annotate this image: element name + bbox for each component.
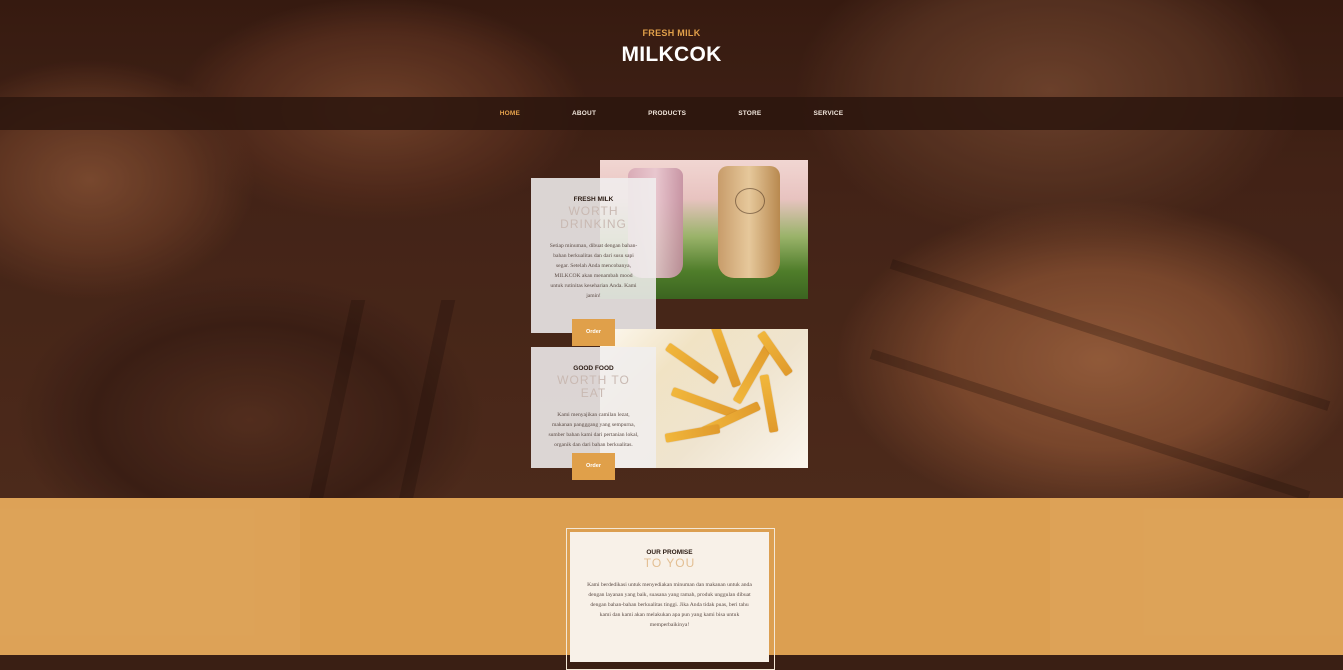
fry bbox=[664, 424, 721, 443]
milk-tea-cup bbox=[718, 166, 780, 278]
background-pattern bbox=[0, 498, 300, 655]
nav-products[interactable]: PRODUCTS bbox=[648, 110, 686, 117]
nav-service[interactable]: SERVICE bbox=[813, 110, 843, 117]
feature-headline: WORTH DRINKING bbox=[560, 204, 627, 231]
fry bbox=[664, 342, 720, 385]
promise-card: OUR PROMISE TO YOU Kami berdedikasi untu… bbox=[570, 532, 769, 662]
promise-headline: TO YOU bbox=[643, 556, 696, 570]
main-navigation: HOME ABOUT PRODUCTS STORE SERVICE bbox=[0, 97, 1343, 130]
fry bbox=[759, 374, 779, 433]
feature-eyebrow: FRESH MILK bbox=[573, 196, 614, 203]
background-pattern bbox=[1050, 498, 1343, 655]
feature-card-food: GOOD FOOD WORTH TO EAT Kami menyajikan c… bbox=[531, 347, 656, 468]
site-title[interactable]: MILKCOK bbox=[0, 43, 1343, 67]
promise-eyebrow: OUR PROMISE bbox=[646, 549, 693, 556]
feature-description: Setiap minuman, dibuat dengan bahan-baha… bbox=[549, 243, 638, 299]
promise-description: Kami berdedikasi untuk menyediakan minum… bbox=[587, 582, 752, 628]
feature-card-drink: FRESH MILK WORTH DRINKING Setiap minuman… bbox=[531, 178, 656, 333]
feature-headline: WORTH TO EAT bbox=[557, 373, 630, 400]
order-food-button[interactable]: Order bbox=[572, 453, 615, 480]
order-drink-button[interactable]: Order bbox=[572, 319, 615, 346]
nav-home[interactable]: HOME bbox=[500, 110, 520, 117]
feature-eyebrow: GOOD FOOD bbox=[573, 365, 614, 372]
nav-store[interactable]: STORE bbox=[738, 110, 761, 117]
feature-description: Kami menyajikan camilan lezat, makanan p… bbox=[548, 412, 639, 448]
site-subtitle: FRESH MILK bbox=[642, 28, 701, 38]
nav-about[interactable]: ABOUT bbox=[572, 110, 596, 117]
cup-logo bbox=[735, 188, 765, 214]
